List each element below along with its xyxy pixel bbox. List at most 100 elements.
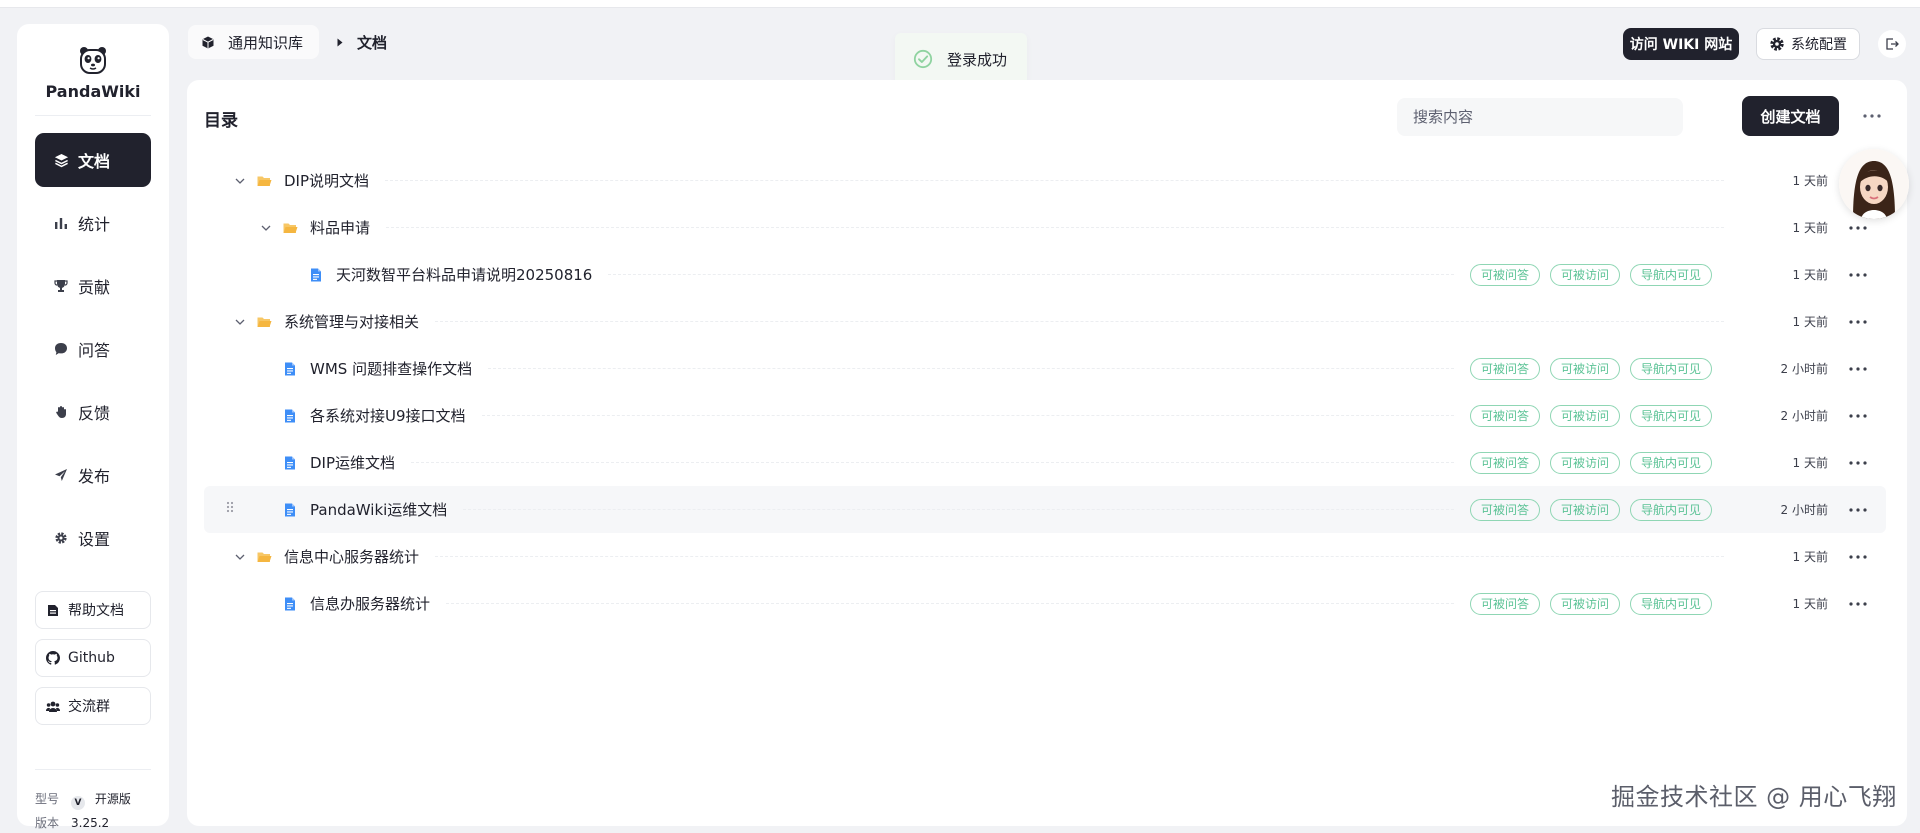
- folder-title[interactable]: 信息中心服务器统计: [284, 546, 419, 567]
- create-doc-button[interactable]: 创建文档: [1742, 96, 1839, 136]
- leader-line: [608, 274, 1454, 275]
- chevron-down-icon[interactable]: [258, 220, 274, 236]
- nav-item-contribute[interactable]: 贡献: [35, 259, 151, 313]
- sidebar: PandaWiki 文档 统计 贡献 问答 反馈 发布 设置 帮助文档 Gith…: [17, 24, 169, 830]
- nav-item-publish[interactable]: 发布: [35, 448, 151, 502]
- help-docs-button[interactable]: 帮助文档: [35, 591, 151, 629]
- folder-title[interactable]: 系统管理与对接相关: [284, 311, 419, 332]
- doc-row[interactable]: 信息办服务器统计 可被问答 可被访问 导航内可见 1 天前: [204, 580, 1886, 627]
- check-circle-icon: [913, 49, 933, 69]
- nav-item-stats[interactable]: 统计: [35, 196, 151, 250]
- chevron-down-icon[interactable]: [232, 549, 248, 565]
- leader-line: [446, 603, 1454, 604]
- assistant-avatar[interactable]: [1839, 149, 1909, 219]
- more-actions-icon[interactable]: [1846, 359, 1870, 379]
- more-actions-icon[interactable]: [1846, 594, 1870, 614]
- chevron-down-icon[interactable]: [232, 314, 248, 330]
- folder-title[interactable]: 料品申请: [310, 217, 370, 238]
- chat-bubble-icon: [53, 341, 69, 357]
- doc-row[interactable]: DIP运维文档 可被问答 可被访问 导航内可见 1 天前: [204, 439, 1886, 486]
- tag-qa: 可被问答: [1469, 592, 1540, 615]
- logout-icon: [1886, 38, 1899, 50]
- more-actions-icon[interactable]: [1846, 406, 1870, 426]
- doc-row[interactable]: 天河数智平台料品申请说明20250816 可被问答 可被访问 导航内可见 1 天前: [204, 251, 1886, 298]
- community-group-label: 交流群: [68, 699, 110, 715]
- document-icon: [282, 596, 298, 612]
- doc-title[interactable]: DIP运维文档: [310, 452, 395, 473]
- nav-item-feedback[interactable]: 反馈: [35, 385, 151, 439]
- doc-row[interactable]: 各系统对接U9接口文档 可被问答 可被访问 导航内可见 2 小时前: [204, 392, 1886, 439]
- breadcrumb: 通用知识库 文档: [188, 25, 387, 59]
- doc-row[interactable]: PandaWiki运维文档 可被问答 可被访问 导航内可见 2 小时前: [204, 486, 1886, 533]
- knowledge-base-name: 通用知识库: [228, 33, 304, 52]
- folder-row[interactable]: DIP说明文档 1 天前: [204, 157, 1886, 204]
- folder-title[interactable]: DIP说明文档: [284, 170, 369, 191]
- nav-item-docs[interactable]: 文档: [35, 133, 151, 187]
- doc-row[interactable]: WMS 问题排查操作文档 可被问答 可被访问 导航内可见 2 小时前: [204, 345, 1886, 392]
- tag-access: 可被访问: [1549, 404, 1620, 427]
- tag-nav-visible: 导航内可见: [1629, 404, 1712, 427]
- tag-access: 可被访问: [1549, 592, 1620, 615]
- chevron-placeholder: [258, 596, 274, 612]
- folder-row[interactable]: 料品申请 1 天前: [204, 204, 1886, 251]
- system-config-label: 系统配置: [1791, 37, 1847, 53]
- updated-time: 2 小时前: [1780, 503, 1828, 517]
- visit-wiki-button[interactable]: 访问 WIKI 网站: [1623, 28, 1739, 60]
- drag-handle-icon[interactable]: [226, 501, 234, 513]
- more-actions-icon[interactable]: [1846, 453, 1870, 473]
- model-label: 型号: [35, 792, 60, 806]
- more-actions-icon[interactable]: [1846, 312, 1870, 332]
- logo[interactable]: PandaWiki: [35, 24, 151, 116]
- tag-access: 可被访问: [1549, 357, 1620, 380]
- watermark: 掘金技术社区 @ 用心飞翔: [1611, 783, 1897, 811]
- system-config-button[interactable]: 系统配置: [1756, 28, 1860, 60]
- doc-title[interactable]: 各系统对接U9接口文档: [310, 405, 466, 426]
- folder-row[interactable]: 系统管理与对接相关 1 天前: [204, 298, 1886, 345]
- tag-qa: 可被问答: [1469, 263, 1540, 286]
- doc-title[interactable]: 天河数智平台料品申请说明20250816: [336, 264, 592, 285]
- divider: [35, 769, 151, 770]
- more-actions-icon[interactable]: [1846, 265, 1870, 285]
- tag-qa: 可被问答: [1469, 451, 1540, 474]
- leader-line: [385, 180, 1724, 181]
- chevron-down-icon[interactable]: [232, 173, 248, 189]
- status-tags: 可被问答 可被访问 导航内可见: [1469, 404, 1712, 427]
- status-tags: 可被问答 可被访问 导航内可见: [1469, 592, 1712, 615]
- doc-catalog-panel: 目录 创建文档 DIP说明文档1 天前料品申请1 天前天河数智平台料品申请说明2…: [187, 80, 1907, 826]
- model-value: 开源版: [94, 792, 131, 806]
- group-icon: [46, 699, 60, 713]
- doc-title[interactable]: WMS 问题排查操作文档: [310, 358, 472, 379]
- doc-title[interactable]: 信息办服务器统计: [310, 593, 430, 614]
- nav-item-qa[interactable]: 问答: [35, 322, 151, 376]
- more-actions-icon[interactable]: [1846, 500, 1870, 520]
- status-tags: 可被问答 可被访问 导航内可见: [1469, 451, 1712, 474]
- tag-access: 可被访问: [1549, 498, 1620, 521]
- folder-row[interactable]: 信息中心服务器统计 1 天前: [204, 533, 1886, 580]
- status-tags: 可被问答 可被访问 导航内可见: [1469, 357, 1712, 380]
- more-actions-icon[interactable]: [1846, 547, 1870, 567]
- leader-line: [435, 321, 1724, 322]
- updated-time: 1 天前: [1792, 550, 1828, 564]
- help-docs-label: 帮助文档: [68, 603, 124, 619]
- chevron-placeholder: [258, 408, 274, 424]
- hand-icon: [53, 404, 69, 420]
- knowledge-base-selector[interactable]: 通用知识库: [188, 25, 320, 59]
- panda-logo-icon: [80, 47, 106, 74]
- toast-message: 登录成功: [947, 50, 1008, 69]
- edition-badge-icon: V: [71, 796, 86, 810]
- doc-title[interactable]: PandaWiki运维文档: [310, 499, 447, 520]
- app-name: PandaWiki: [45, 82, 141, 101]
- more-actions-icon[interactable]: [1846, 218, 1870, 238]
- folder-open-icon: [256, 314, 272, 330]
- tag-access: 可被访问: [1549, 263, 1620, 286]
- logout-button[interactable]: [1878, 30, 1906, 58]
- search-input[interactable]: [1397, 98, 1683, 136]
- more-options-icon[interactable]: [1859, 106, 1885, 126]
- document-icon: [308, 267, 324, 283]
- nav-item-settings[interactable]: 设置: [35, 511, 151, 565]
- document-icon: [282, 455, 298, 471]
- tag-nav-visible: 导航内可见: [1629, 451, 1712, 474]
- community-group-button[interactable]: 交流群: [35, 687, 151, 725]
- avatar-image: [1839, 149, 1909, 219]
- github-button[interactable]: Github: [35, 639, 151, 677]
